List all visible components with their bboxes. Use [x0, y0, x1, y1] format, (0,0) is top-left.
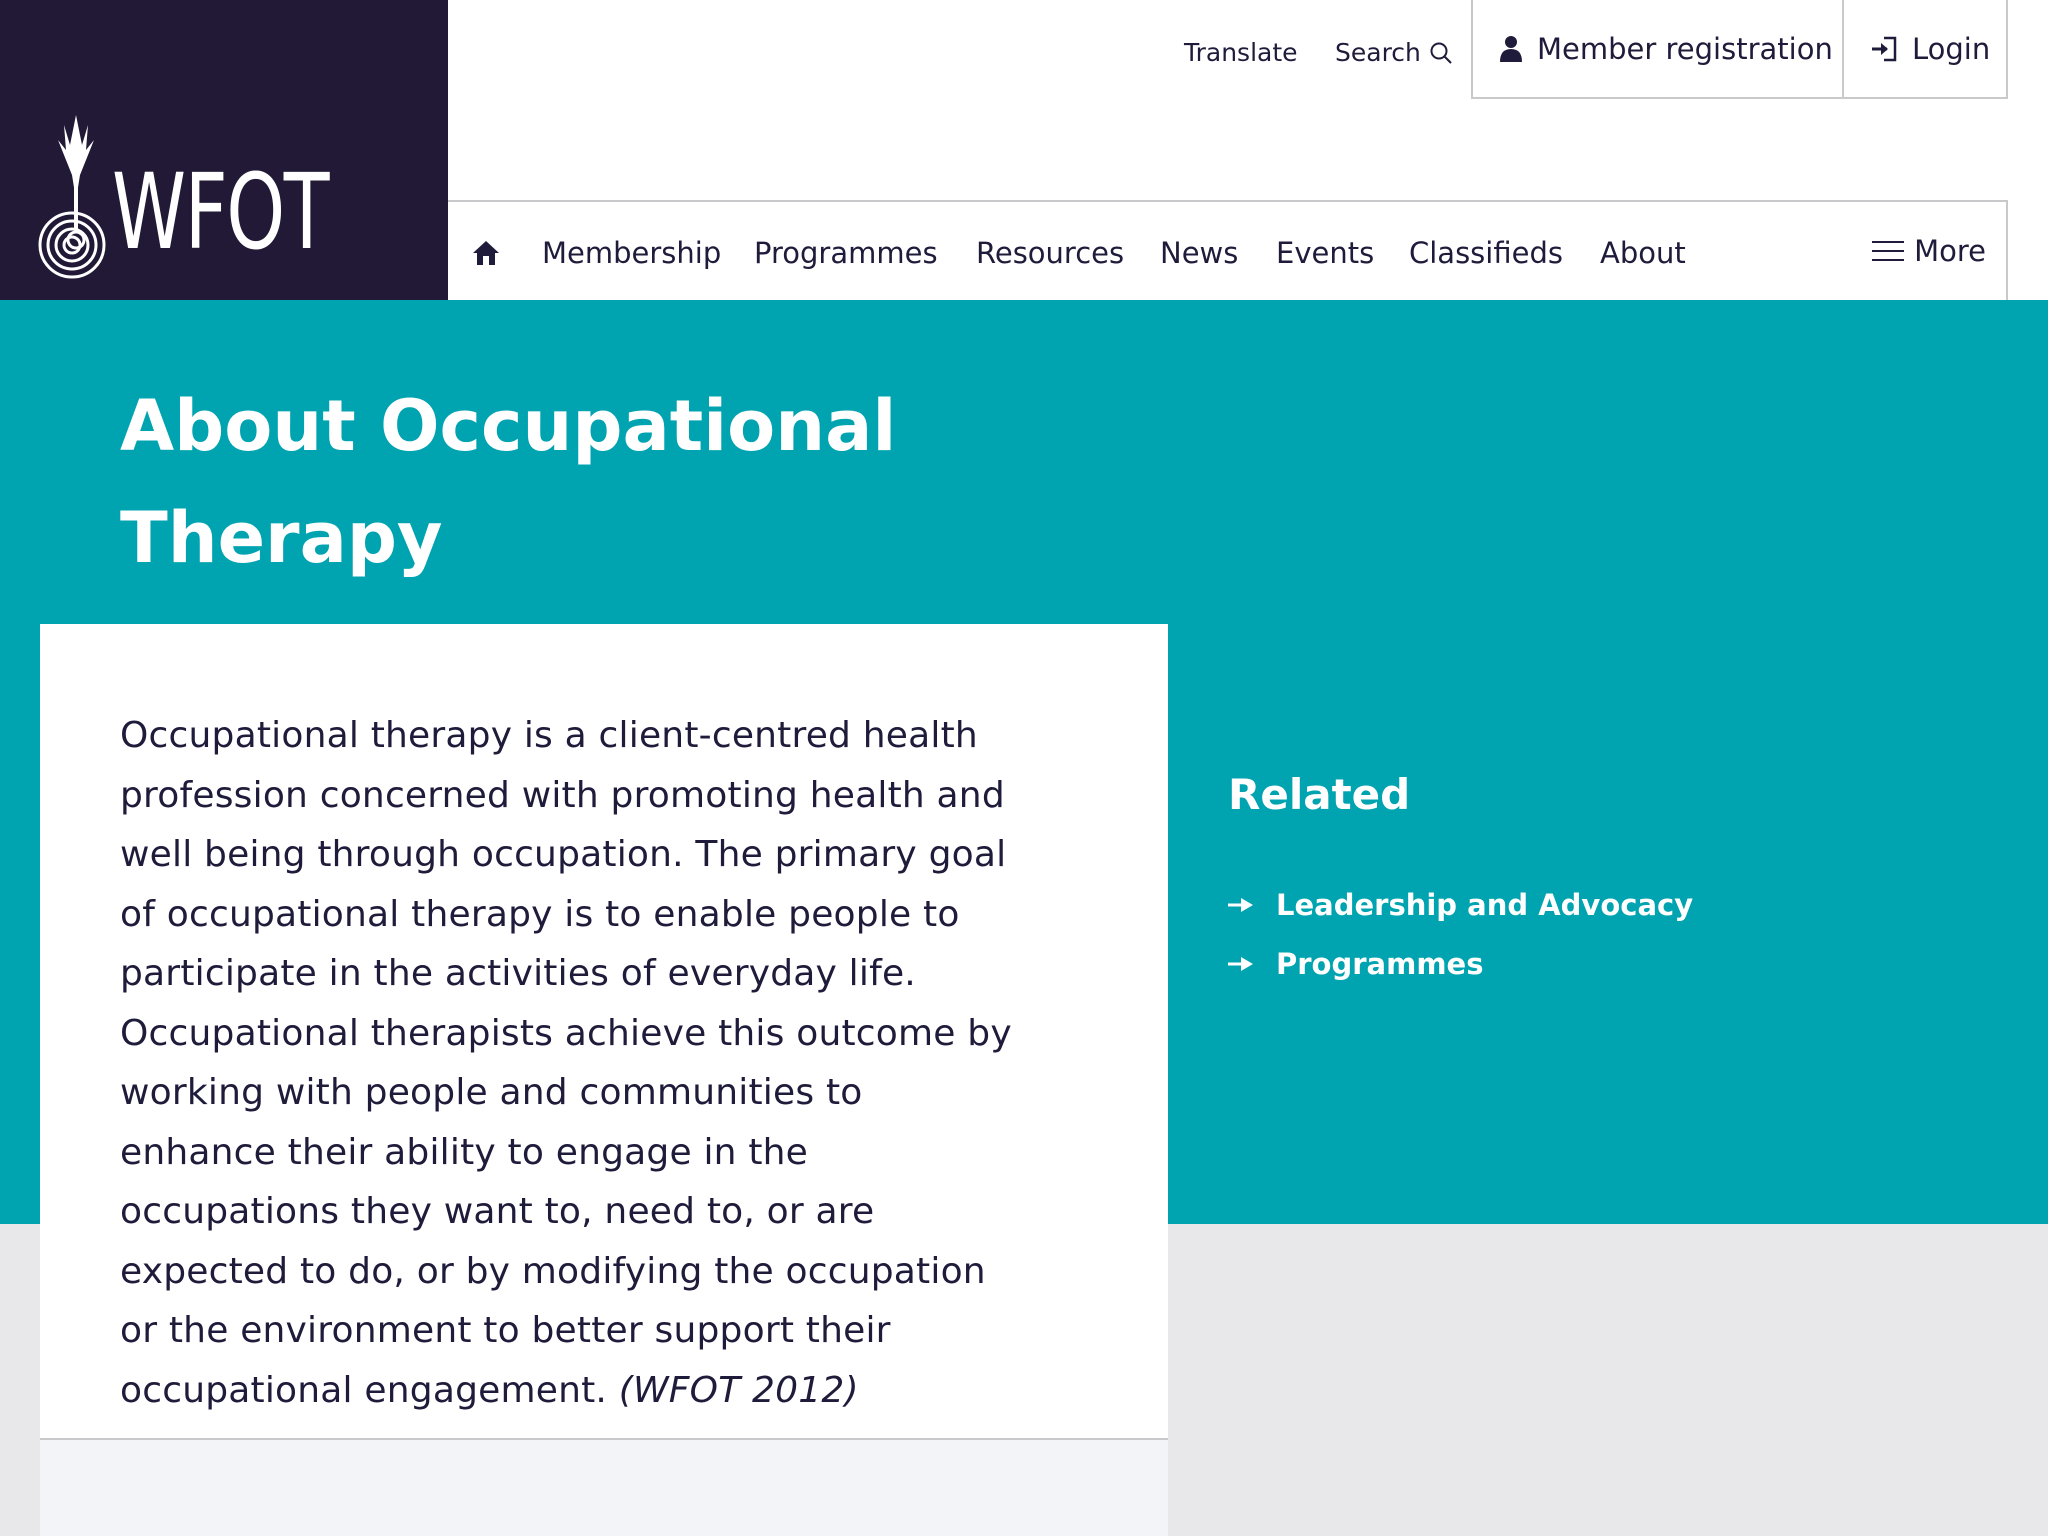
- translate-link[interactable]: Translate: [1184, 38, 1298, 67]
- main-nav: Membership Programmes Resources News Eve…: [448, 200, 2008, 300]
- member-registration-button[interactable]: Member registration: [1471, 0, 1844, 99]
- site-header: WFOT Translate Search Member registratio…: [0, 0, 2048, 300]
- related-heading: Related: [1228, 770, 1411, 819]
- related-link-programmes[interactable]: Programmes: [1228, 947, 1483, 981]
- nav-item-events[interactable]: Events: [1276, 236, 1374, 270]
- member-registration-label: Member registration: [1537, 31, 1833, 66]
- related-link-label: Programmes: [1276, 947, 1484, 981]
- related-link-label: Leadership and Advocacy: [1276, 888, 1694, 922]
- nav-item-news[interactable]: News: [1160, 236, 1238, 270]
- login-button[interactable]: Login: [1842, 0, 2008, 99]
- content-card: Occupational therapy is a client-centred…: [40, 624, 1168, 1438]
- search-link[interactable]: Search: [1335, 38, 1453, 67]
- body-text: Occupational therapy is a client-centred…: [120, 706, 1020, 1420]
- nav-item-membership[interactable]: Membership: [542, 236, 721, 270]
- nav-item-programmes[interactable]: Programmes: [754, 236, 938, 270]
- more-menu-button[interactable]: More: [1872, 234, 1986, 268]
- search-label: Search: [1335, 38, 1421, 67]
- wfot-emblem-icon: [38, 115, 106, 279]
- logo[interactable]: WFOT: [0, 0, 448, 300]
- body-paragraph: Occupational therapy is a client-centred…: [120, 715, 1012, 1411]
- user-icon: [1500, 35, 1522, 62]
- search-icon: [1430, 42, 1452, 64]
- logo-text: WFOT: [112, 151, 329, 273]
- login-icon: [1872, 36, 1897, 61]
- page-title: About Occupational Therapy: [120, 385, 897, 579]
- related-link-leadership[interactable]: Leadership and Advocacy: [1228, 888, 1693, 922]
- arrow-right-icon: [1228, 898, 1253, 912]
- card-footer-area: [40, 1440, 1168, 1536]
- nav-item-classifieds[interactable]: Classifieds: [1409, 236, 1563, 270]
- nav-item-resources[interactable]: Resources: [976, 236, 1124, 270]
- home-icon[interactable]: [472, 240, 500, 266]
- translate-label: Translate: [1184, 38, 1298, 67]
- more-label: More: [1914, 234, 1986, 268]
- citation: (WFOT 2012): [618, 1369, 859, 1411]
- hamburger-icon: [1872, 241, 1905, 261]
- nav-item-about[interactable]: About: [1600, 236, 1686, 270]
- arrow-right-icon: [1228, 957, 1253, 971]
- login-label: Login: [1912, 31, 1991, 66]
